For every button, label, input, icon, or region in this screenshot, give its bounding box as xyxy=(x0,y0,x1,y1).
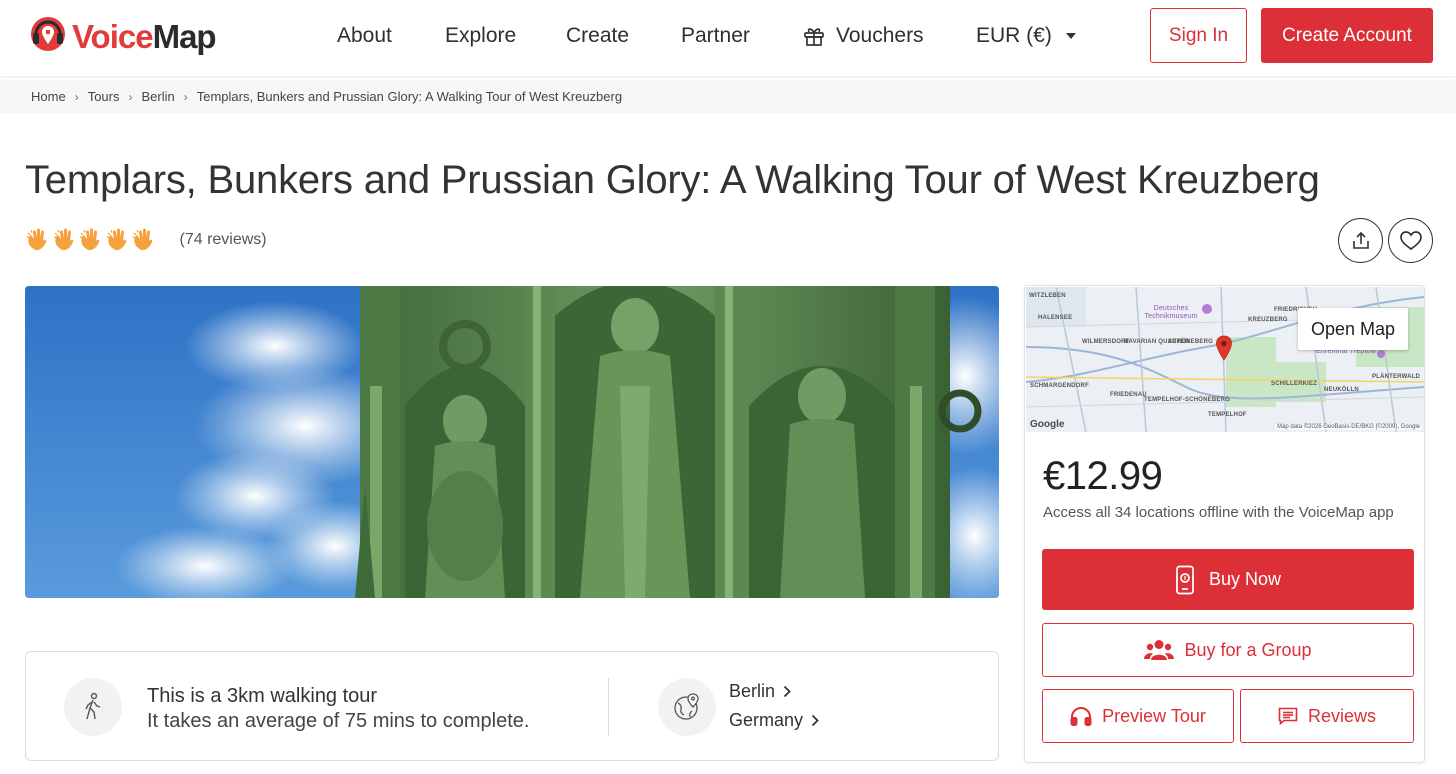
nav-vouchers-label: Vouchers xyxy=(836,24,924,47)
map-label: HALENSEE xyxy=(1038,315,1073,321)
map-label: WILMERSDORF xyxy=(1082,339,1130,345)
distance-text: This is a 3km walking tour xyxy=(147,685,378,707)
chevron-right-icon xyxy=(811,714,819,727)
buy-now-button[interactable]: Buy Now xyxy=(1042,549,1414,610)
map-label-museum: Deutsches Technikmuseum xyxy=(1144,305,1198,320)
clap-icon xyxy=(132,228,153,251)
currency-select[interactable]: EUR (€) xyxy=(976,22,1076,50)
reviews-icon xyxy=(1278,707,1298,725)
globe-pin-icon xyxy=(674,693,699,720)
breadcrumb-tours[interactable]: Tours xyxy=(88,89,120,104)
sign-in-button[interactable]: Sign In xyxy=(1150,8,1247,63)
map-label: PLÄNTERWALD xyxy=(1372,374,1421,380)
google-logo: Google xyxy=(1030,419,1065,430)
map-label: WITZLEBEN xyxy=(1029,293,1066,299)
city-label: Berlin xyxy=(729,681,776,701)
clap-icon xyxy=(53,228,73,251)
gift-icon xyxy=(804,28,824,46)
map-pin-icon xyxy=(1216,335,1232,361)
chevron-right-icon xyxy=(783,685,791,698)
city-link[interactable]: Berlin xyxy=(729,681,791,702)
map-label: SCHILLERKIEZ xyxy=(1271,381,1318,387)
buy-group-button[interactable]: Buy for a Group xyxy=(1042,623,1414,677)
map-label: SCHÖNEBERG xyxy=(1168,339,1214,345)
share-button[interactable] xyxy=(1338,218,1383,263)
share-icon xyxy=(1352,231,1369,249)
breadcrumb: Home › Tours › Berlin › Templars, Bunker… xyxy=(31,80,622,113)
nav-explore[interactable]: Explore xyxy=(445,22,516,50)
breadcrumb-current: Templars, Bunkers and Prussian Glory: A … xyxy=(196,89,623,104)
access-text: Access all 34 locations offline with the… xyxy=(1043,504,1394,521)
headphones-icon xyxy=(1070,707,1092,726)
duration-text: It takes an average of 75 mins to comple… xyxy=(147,710,530,732)
preview-tour-button[interactable]: Preview Tour xyxy=(1042,689,1234,743)
breadcrumb-home[interactable]: Home xyxy=(31,89,66,104)
nav-vouchers[interactable]: Vouchers xyxy=(802,22,924,50)
voicemap-logo[interactable]: VoiceMap xyxy=(26,12,217,60)
clap-icon xyxy=(26,228,47,251)
country-link[interactable]: Germany xyxy=(729,710,819,731)
site-header: VoiceMap About Explore Create Partner Vo… xyxy=(0,0,1456,76)
chevron-right-icon: › xyxy=(74,89,79,104)
breadcrumb-berlin[interactable]: Berlin xyxy=(141,89,174,104)
voicemap-logo-icon xyxy=(31,17,65,51)
caret-down-icon xyxy=(1065,33,1076,39)
walking-icon-wrap xyxy=(64,678,122,736)
chevron-right-icon: › xyxy=(128,89,133,104)
map-label: TEMPELHOF-SCHÖNEBERG xyxy=(1144,397,1231,403)
buy-group-label: Buy for a Group xyxy=(1184,639,1312,660)
nav-about[interactable]: About xyxy=(337,22,392,50)
map-label: KREUZBERG xyxy=(1248,317,1288,323)
clap-icon xyxy=(106,228,126,251)
walking-icon xyxy=(85,692,101,720)
heart-icon xyxy=(1399,230,1422,250)
buy-now-label: Buy Now xyxy=(1208,569,1282,589)
purchase-card: WITZLEBEN HALENSEE WILMERSDORF BAVARIAN … xyxy=(1024,285,1425,763)
reviews-label: Reviews xyxy=(1307,705,1377,726)
reviews-button[interactable]: Reviews xyxy=(1240,689,1414,743)
info-divider xyxy=(608,678,609,736)
nav-create[interactable]: Create xyxy=(566,22,629,50)
globe-icon-wrap xyxy=(658,678,716,736)
rating[interactable]: (74 reviews) xyxy=(25,226,267,254)
map-label: NEUKÖLLN xyxy=(1324,387,1359,393)
country-label: Germany xyxy=(729,710,804,730)
currency-label: EUR (€) xyxy=(976,24,1052,47)
create-account-button[interactable]: Create Account xyxy=(1261,8,1433,63)
map-label: SCHMARGENDORF xyxy=(1030,383,1089,389)
breadcrumb-bar: Home › Tours › Berlin › Templars, Bunker… xyxy=(0,80,1456,113)
group-icon xyxy=(1144,640,1175,660)
nav-partner[interactable]: Partner xyxy=(681,22,750,50)
chevron-right-icon: › xyxy=(183,89,188,104)
tour-map[interactable]: WITZLEBEN HALENSEE WILMERSDORF BAVARIAN … xyxy=(1026,287,1424,432)
logo-text-map: Map xyxy=(152,17,217,55)
map-label: FRIEDENAU xyxy=(1110,392,1147,398)
logo-text-voice: Voice xyxy=(72,17,154,55)
page-title: Templars, Bunkers and Prussian Glory: A … xyxy=(25,158,1320,202)
reviews-count[interactable]: (74 reviews) xyxy=(180,231,267,249)
open-map-button[interactable]: Open Map xyxy=(1298,308,1408,350)
hero-image[interactable] xyxy=(25,286,999,598)
monument-illustration xyxy=(25,286,999,598)
map-label: TEMPELHOF xyxy=(1208,412,1247,418)
tour-info-box: This is a 3km walking tour It takes an a… xyxy=(25,651,999,761)
phone-icon xyxy=(1176,565,1194,594)
favorite-button[interactable] xyxy=(1388,218,1433,263)
preview-tour-label: Preview Tour xyxy=(1102,705,1206,726)
price: €12.99 xyxy=(1043,454,1163,498)
clap-icon xyxy=(79,228,100,251)
map-attribution: Map data ©2026 GeoBasis-DE/BKG (©2009), … xyxy=(1275,424,1422,430)
